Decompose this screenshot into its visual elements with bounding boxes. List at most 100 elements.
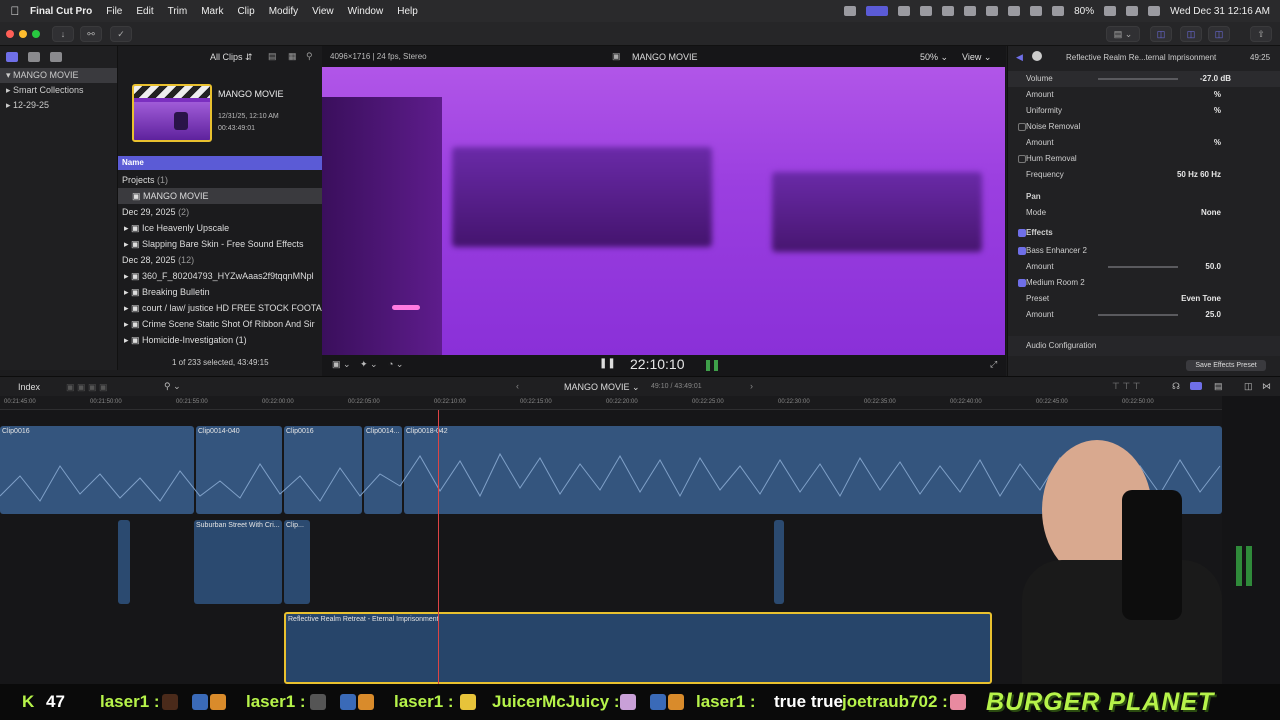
status-icon[interactable] (920, 6, 933, 16)
list-item-project[interactable]: ▣ MANGO MOVIE (118, 188, 322, 204)
effects-checkbox[interactable] (1018, 229, 1026, 237)
apple-menu-icon[interactable]:  (0, 4, 30, 18)
timecode-display[interactable]: 22:10:10 (630, 356, 685, 372)
list-item[interactable]: ▸ ▣ Ice Heavenly Upscale (118, 220, 322, 236)
hum-removal-checkbox[interactable] (1018, 155, 1026, 163)
transform-icon[interactable]: ▣ ⌄ (332, 359, 351, 370)
screen-record-icon[interactable] (866, 6, 889, 16)
hum-removal-row[interactable]: Hum Removal (1008, 151, 1280, 167)
group-header-dec29[interactable]: Dec 29, 2025 (2) (118, 204, 322, 220)
amount-row[interactable]: Amount% (1008, 135, 1280, 151)
libraries-icon[interactable] (6, 52, 18, 62)
playhead[interactable] (438, 410, 439, 684)
volume-row[interactable]: Volume -27.0 dB (1008, 71, 1280, 87)
group-header-dec28[interactable]: Dec 28, 2025 (12) (118, 252, 322, 268)
zoom-menu[interactable]: 50% ⌄ (920, 52, 948, 63)
menu-mark[interactable]: Mark (201, 6, 223, 17)
video-frame[interactable] (322, 67, 1005, 355)
frequency-row[interactable]: Frequency 50 Hz 60 Hz (1008, 167, 1280, 183)
zoom-window-button[interactable] (32, 30, 40, 38)
display-icon[interactable] (986, 6, 999, 16)
clip-connect-icon[interactable]: ⊤ ⊤ ⊤ (1112, 381, 1141, 392)
photos-audio-icon[interactable] (28, 52, 40, 62)
amount-row[interactable]: Amount% (1008, 87, 1280, 103)
show-inspector-icon[interactable]: ◫ (1208, 26, 1230, 42)
keyword-icon[interactable]: ⚯ (80, 26, 102, 42)
app-menu[interactable]: Final Cut Pro (30, 6, 92, 17)
menu-file[interactable]: File (106, 6, 122, 17)
menubar-clock[interactable]: Wed Dec 31 12:16 AM (1170, 6, 1270, 17)
bluetooth-icon[interactable] (1030, 6, 1043, 16)
menu-window[interactable]: Window (348, 6, 384, 17)
list-item[interactable]: ▸ ▣ court / law/ justice HD FREE STOCK F… (118, 300, 322, 316)
share-icon[interactable]: ⇧ (1250, 26, 1272, 42)
speed-icon[interactable]: ◔ ⌄ (388, 359, 403, 370)
menu-edit[interactable]: Edit (136, 6, 153, 17)
bass-enhancer-checkbox[interactable] (1018, 247, 1026, 255)
close-window-button[interactable] (6, 30, 14, 38)
library-item-smart-collections[interactable]: ▸ Smart Collections (0, 83, 117, 98)
menu-modify[interactable]: Modify (269, 6, 298, 17)
status-icon[interactable] (844, 6, 857, 16)
effects-browser-icon[interactable]: ◫ (1244, 381, 1253, 392)
effects-section[interactable]: Effects (1008, 225, 1280, 241)
bass-enhancer-row[interactable]: Bass Enhancer 2 (1008, 243, 1280, 259)
medium-room-checkbox[interactable] (1018, 279, 1026, 287)
clip-appearance-icon[interactable]: ▤ (1214, 381, 1223, 392)
connected-clip[interactable]: Suburban Street With Cri... (194, 520, 282, 604)
layout-menu-button[interactable]: ▤ ⌄ (1106, 26, 1140, 42)
titles-generators-icon[interactable] (50, 52, 62, 62)
group-header-projects[interactable]: Projects (1) (118, 172, 322, 188)
transitions-icon[interactable]: ⋈ (1262, 381, 1271, 392)
show-timeline-icon[interactable]: ◫ (1180, 26, 1202, 42)
noise-removal-checkbox[interactable] (1018, 123, 1026, 131)
menu-clip[interactable]: Clip (237, 6, 254, 17)
globe-icon[interactable] (898, 6, 911, 16)
list-item[interactable]: ▸ ▣ 360_F_80204793_HYZwAaas2f9tqqnMNpl (118, 268, 322, 284)
control-center-icon[interactable] (1148, 6, 1161, 16)
list-item[interactable]: ▸ ▣ Slapping Bare Skin - Free Sound Effe… (118, 236, 322, 252)
project-thumbnail[interactable] (132, 84, 212, 142)
zoom-tool-icon[interactable]: ⚲ ⌄ (164, 381, 181, 392)
history-forward-icon[interactable]: › (750, 381, 753, 391)
enhance-icon[interactable]: ✦ ⌄ (360, 359, 378, 370)
project-menu[interactable]: MANGO MOVIE ⌄ (564, 382, 640, 393)
audio-skimming-icon[interactable]: ☊ (1172, 381, 1180, 392)
save-effects-preset-button[interactable]: Save Effects Preset (1186, 360, 1266, 371)
preset-row[interactable]: Preset Even Tone (1008, 291, 1280, 307)
wifi-icon[interactable] (1052, 6, 1065, 16)
music-clip[interactable]: Reflective Realm Retreat - Eternal Impri… (284, 612, 992, 684)
library-item-event[interactable]: ▸ 12-29-25 (0, 98, 117, 113)
battery-icon[interactable] (1104, 6, 1117, 16)
volume-slider[interactable] (1098, 78, 1178, 80)
snapping-icon[interactable] (1190, 382, 1202, 390)
menu-trim[interactable]: Trim (168, 6, 188, 17)
search-icon[interactable]: ⚲ (306, 51, 313, 62)
timeline-ruler[interactable]: 00:21:45:00 00:21:50:00 00:21:55:00 00:2… (0, 396, 1222, 410)
audio-inspector-icon[interactable]: ◀ (1016, 52, 1023, 63)
info-inspector-icon[interactable] (1032, 51, 1042, 61)
fullscreen-icon[interactable]: ⤢ (990, 359, 997, 370)
menu-view[interactable]: View (312, 6, 334, 17)
status-icon[interactable] (1008, 6, 1021, 16)
play-icon[interactable] (942, 6, 955, 16)
view-menu[interactable]: View ⌄ (962, 52, 991, 63)
connected-clip[interactable] (118, 520, 130, 604)
index-button[interactable]: Index (18, 382, 40, 392)
medium-room-row[interactable]: Medium Room 2 (1008, 275, 1280, 291)
background-tasks-icon[interactable]: ✓ (110, 26, 132, 42)
library-item-mango-movie[interactable]: ▾ MANGO MOVIE (0, 68, 117, 83)
amount-slider[interactable] (1108, 266, 1178, 268)
list-item[interactable]: ▸ ▣ Crime Scene Static Shot Of Ribbon An… (118, 316, 322, 332)
clip-filter-menu[interactable]: All Clips ⇵ (210, 52, 253, 63)
amount-slider[interactable] (1098, 314, 1178, 316)
connected-clip[interactable] (774, 520, 784, 604)
audio-configuration[interactable]: Audio Configuration (1008, 336, 1280, 356)
name-column-header[interactable]: Name (118, 156, 322, 170)
noise-removal-row[interactable]: Noise Removal (1008, 119, 1280, 135)
show-browser-icon[interactable]: ◫ (1150, 26, 1172, 42)
amount-row[interactable]: Amount 50.0 (1008, 259, 1280, 275)
pan-mode-row[interactable]: Mode None (1008, 205, 1280, 221)
volume-icon[interactable] (964, 6, 977, 16)
uniformity-row[interactable]: Uniformity% (1008, 103, 1280, 119)
